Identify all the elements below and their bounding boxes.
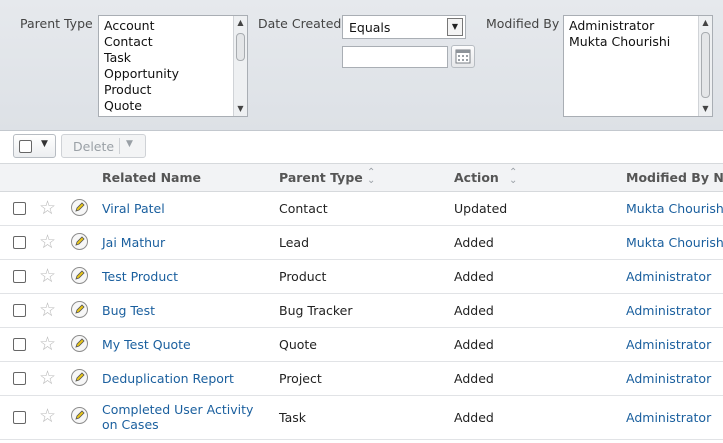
delete-button[interactable]: Delete ▼ — [61, 134, 146, 158]
modified-by-label: Modified By — [486, 16, 560, 31]
action-cell: Added — [454, 303, 494, 318]
column-header-parent-type[interactable]: Parent Type — [279, 170, 363, 185]
row-checkbox[interactable] — [13, 236, 26, 249]
table-header: Related Name Parent Type ⌃ ⌄ Action ⌃ ⌄ Mo… — [0, 164, 723, 192]
date-created-label: Date Created — [258, 16, 342, 31]
select-all-checkbox[interactable] — [19, 140, 32, 153]
column-header-action[interactable]: Action — [454, 170, 499, 185]
date-operator-value: Equals — [349, 20, 391, 35]
modified-by-listbox[interactable]: Administrator Mukta Chourishi ▲ ▼ — [563, 15, 713, 117]
star-icon[interactable]: ☆ — [39, 301, 56, 320]
related-name-link[interactable]: My Test Quote — [102, 337, 191, 352]
parent-type-option[interactable]: Product — [99, 82, 247, 98]
table-row: ☆ Completed User Activity on Cases Task … — [0, 396, 723, 440]
edit-pencil-icon[interactable] — [71, 233, 88, 250]
caret-down-icon[interactable]: ▼ — [41, 139, 48, 149]
star-icon[interactable]: ☆ — [39, 335, 56, 354]
parent-type-listbox[interactable]: Account Contact Task Opportunity Product… — [98, 15, 248, 117]
edit-pencil-icon[interactable] — [71, 267, 88, 284]
action-cell: Added — [454, 337, 494, 352]
table-row: ☆ Bug Test Bug Tracker Added Administrat… — [0, 294, 723, 328]
modified-by-link[interactable]: Administrator — [626, 371, 711, 386]
related-name-link[interactable]: Bug Test — [102, 303, 155, 318]
modified-by-link[interactable]: Mukta Chourishi — [626, 201, 723, 216]
parent-type-cell: Bug Tracker — [279, 303, 353, 318]
star-icon[interactable]: ☆ — [39, 233, 56, 252]
edit-pencil-icon[interactable] — [71, 335, 88, 352]
calendar-button[interactable] — [451, 45, 475, 68]
scroll-up-arrow-icon[interactable]: ▲ — [234, 16, 247, 30]
related-name-link[interactable]: Jai Mathur — [102, 235, 165, 250]
sort-icon[interactable]: ⌃ ⌄ — [367, 168, 375, 186]
parent-type-cell: Contact — [279, 201, 328, 216]
scroll-thumb[interactable] — [701, 32, 710, 98]
scroll-up-arrow-icon[interactable]: ▲ — [699, 16, 712, 30]
action-cell: Added — [454, 235, 494, 250]
modified-by-link[interactable]: Administrator — [626, 410, 711, 425]
table-row: ☆ Viral Patel Contact Updated Mukta Chou… — [0, 192, 723, 226]
parent-type-cell: Quote — [279, 337, 318, 352]
row-checkbox[interactable] — [13, 304, 26, 317]
filter-panel: Parent Type Account Contact Task Opportu… — [0, 0, 723, 131]
column-header-modified-by[interactable]: Modified By Name — [626, 170, 723, 185]
related-name-link[interactable]: Test Product — [102, 269, 178, 284]
related-name-link[interactable]: Completed User Activity on Cases — [102, 402, 272, 432]
action-cell: Added — [454, 410, 494, 425]
parent-type-cell: Product — [279, 269, 327, 284]
scroll-thumb[interactable] — [236, 33, 245, 61]
action-bar: ▼ Delete ▼ — [0, 131, 723, 164]
date-created-input[interactable] — [342, 46, 448, 68]
row-checkbox[interactable] — [13, 372, 26, 385]
button-divider — [119, 138, 120, 154]
parent-type-cell: Task — [279, 410, 306, 425]
action-cell: Added — [454, 269, 494, 284]
star-icon[interactable]: ☆ — [39, 369, 56, 388]
parent-type-cell: Project — [279, 371, 322, 386]
edit-pencil-icon[interactable] — [71, 369, 88, 386]
action-cell: Added — [454, 371, 494, 386]
sort-icon[interactable]: ⌃ ⌄ — [509, 168, 517, 186]
modified-by-link[interactable]: Administrator — [626, 303, 711, 318]
table-row: ☆ My Test Quote Quote Added Administrato… — [0, 328, 723, 362]
modified-by-link[interactable]: Administrator — [626, 269, 711, 284]
parent-type-label: Parent Type — [20, 16, 93, 31]
row-checkbox[interactable] — [13, 411, 26, 424]
column-header-related-name[interactable]: Related Name — [102, 170, 201, 185]
scroll-down-arrow-icon[interactable]: ▼ — [234, 102, 247, 116]
delete-button-label: Delete — [73, 139, 115, 154]
table-row: ☆ Deduplication Report Project Added Adm… — [0, 362, 723, 396]
row-checkbox[interactable] — [13, 338, 26, 351]
modified-by-link[interactable]: Mukta Chourishi — [626, 235, 723, 250]
modified-by-option[interactable]: Mukta Chourishi — [564, 34, 712, 50]
modified-by-option[interactable]: Administrator — [564, 18, 712, 34]
star-icon[interactable]: ☆ — [39, 267, 56, 286]
calendar-icon — [455, 49, 471, 64]
edit-pencil-icon[interactable] — [71, 199, 88, 216]
table-row: ☆ Test Product Product Added Administrat… — [0, 260, 723, 294]
scroll-down-arrow-icon[interactable]: ▼ — [699, 102, 712, 116]
related-name-link[interactable]: Deduplication Report — [102, 371, 234, 386]
parent-type-scrollbar[interactable]: ▲ ▼ — [233, 16, 247, 116]
parent-type-option[interactable]: Opportunity — [99, 66, 247, 82]
edit-pencil-icon[interactable] — [71, 407, 88, 424]
date-operator-select[interactable]: Equals ▼ — [342, 15, 466, 39]
edit-pencil-icon[interactable] — [71, 301, 88, 318]
table-row: ☆ Jai Mathur Lead Added Mukta Chourishi — [0, 226, 723, 260]
caret-down-icon[interactable]: ▼ — [126, 139, 133, 149]
parent-type-option[interactable]: Account — [99, 18, 247, 34]
mass-select-button[interactable]: ▼ — [13, 134, 56, 158]
parent-type-option[interactable]: Contact — [99, 34, 247, 50]
related-name-link[interactable]: Viral Patel — [102, 201, 165, 216]
parent-type-option[interactable]: Task — [99, 50, 247, 66]
star-icon[interactable]: ☆ — [39, 407, 56, 426]
modified-by-scrollbar[interactable]: ▲ ▼ — [698, 16, 712, 116]
chevron-down-icon[interactable]: ▼ — [447, 18, 463, 36]
parent-type-cell: Lead — [279, 235, 310, 250]
star-icon[interactable]: ☆ — [39, 199, 56, 218]
modified-by-link[interactable]: Administrator — [626, 337, 711, 352]
action-cell: Updated — [454, 201, 508, 216]
row-checkbox[interactable] — [13, 270, 26, 283]
row-checkbox[interactable] — [13, 202, 26, 215]
parent-type-option[interactable]: Quote — [99, 98, 247, 114]
